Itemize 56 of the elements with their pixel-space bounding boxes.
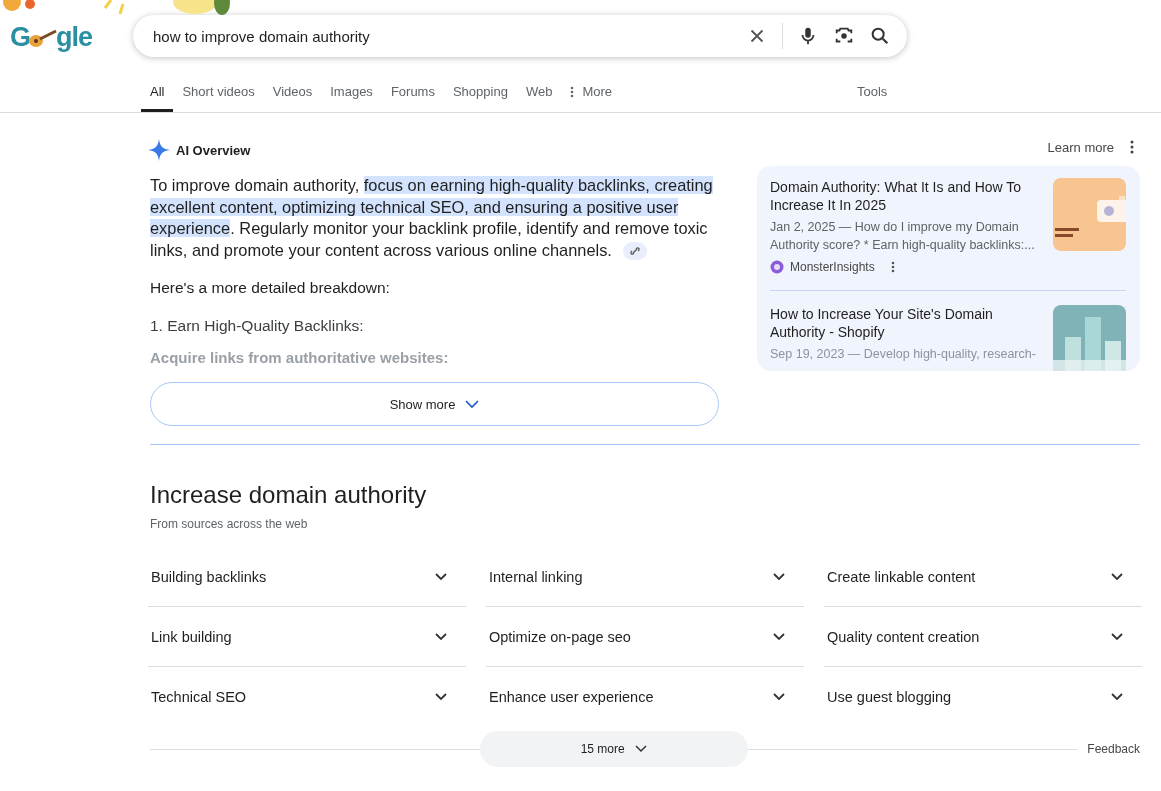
section-heading: Increase domain authority [150, 481, 428, 510]
search-tab[interactable]: Short videos [173, 84, 264, 112]
search-tab[interactable]: Forums [381, 84, 444, 112]
chevron-icon [772, 631, 786, 642]
accordion-item[interactable]: Optimize on-page seo [486, 607, 804, 668]
show-more-button[interactable]: Show more [150, 382, 719, 427]
guitar-icon [28, 29, 58, 49]
more-options-icon [570, 85, 575, 98]
chevron-icon [434, 692, 448, 703]
source-title-link[interactable]: How to Increase Your Site's Domain Authority - Shopify [770, 305, 1041, 341]
chevron-icon [434, 631, 448, 642]
learn-more-link[interactable]: Learn more [1047, 139, 1114, 155]
more-options-icon[interactable] [1130, 140, 1134, 154]
tools-button[interactable]: Tools [857, 84, 888, 112]
overview-title: AI Overview [176, 142, 251, 158]
sparkle-icon [148, 139, 170, 161]
more-options-icon[interactable] [890, 261, 895, 273]
chevron-icon [1110, 571, 1124, 582]
section-subtitle: From sources across the web [150, 517, 309, 532]
overview-text: Here's a more detailed breakdown: [150, 279, 391, 298]
search-tab[interactable]: Images [321, 84, 382, 112]
search-tab[interactable]: Web [516, 84, 562, 112]
chevron-icon [634, 745, 647, 754]
accordion-item[interactable]: Building backlinks [148, 547, 466, 608]
source-snippet: Sep 19, 2023 — Develop high-quality, research- [770, 346, 1037, 363]
search-tab[interactable]: Shopping [443, 84, 517, 112]
chevron-icon [772, 571, 786, 582]
faded-text: Acquire links from authoritative websites: [150, 349, 450, 367]
chevron-icon [434, 571, 448, 582]
search-icon[interactable] [869, 25, 891, 47]
overview-paragraph: To improve domain authority, focus on earning high-quality backlinks, creating excellent content, optimizing technical SEO, and ensuring a positive user experience. Regularly monitor your backlink profile, identify and remove toxic links, and promote your content across various online channels. [150, 175, 714, 262]
accordion-item[interactable]: Internal linking [486, 547, 804, 608]
accordion-item[interactable]: Link building [148, 607, 466, 668]
logo-letter: G [10, 21, 30, 53]
accordion-item[interactable]: Enhance user experience [486, 667, 804, 728]
search-tab[interactable]: Videos [263, 84, 322, 112]
source-snippet: Jan 2, 2025 — How do I improve my Domain Authority score? * Earn high-quality backlinks:... [770, 219, 1036, 254]
more-button[interactable]: 15 more [479, 731, 748, 768]
chevron-icon [772, 692, 786, 703]
accordion-item[interactable]: Use guest blogging [824, 667, 1142, 728]
logo-letters: gle [56, 21, 93, 53]
chevron-icon [1110, 631, 1124, 642]
chevron-icon [1110, 692, 1124, 703]
source-title-link[interactable]: Domain Authority: What It Is and How To Increase It In 2025 [770, 178, 1041, 214]
accordion-item[interactable]: Quality content creation [824, 607, 1142, 668]
accordion-item[interactable]: Create linkable content [824, 547, 1142, 608]
search-tab[interactable]: More [561, 84, 621, 112]
site-logo-icon [770, 260, 784, 274]
accordion-item[interactable]: Technical SEO [148, 667, 466, 728]
feedback-link[interactable]: Feedback [1087, 742, 1140, 757]
link-icon[interactable] [622, 242, 647, 261]
search-tab[interactable]: All [141, 84, 174, 112]
chevron-icon [465, 399, 480, 410]
step-heading: 1. Earn High-Quality Backlinks: [150, 317, 365, 336]
search-input[interactable]: how to improve domain authority [151, 26, 732, 46]
site-name: MonsterInsights [790, 260, 875, 274]
